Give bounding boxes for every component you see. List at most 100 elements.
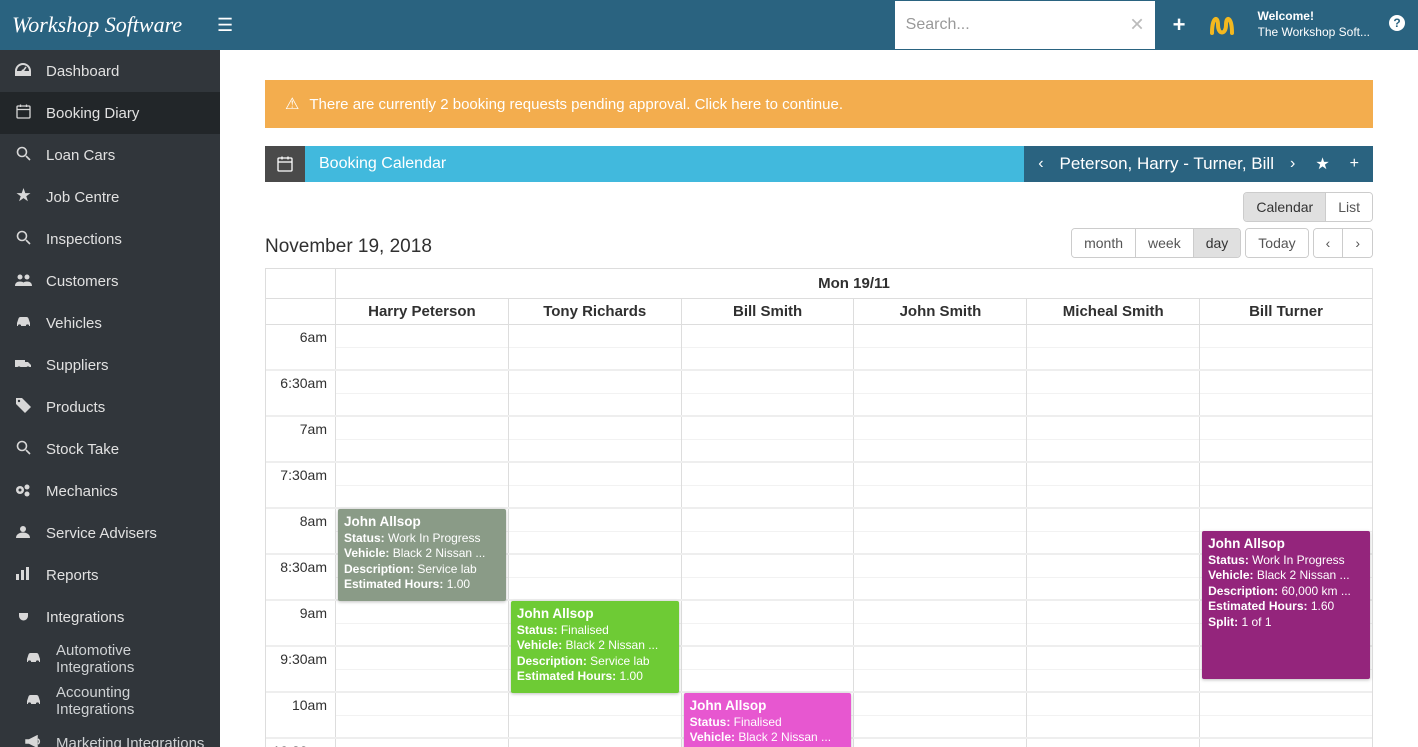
list-view-button[interactable]: List [1326,193,1372,221]
help-icon[interactable]: ? [1388,14,1406,37]
calendar-cell[interactable] [509,555,682,599]
calendar-cell[interactable] [1027,325,1200,369]
calendar-cell[interactable] [509,463,682,507]
sidebar-item-job-centre[interactable]: Job Centre [0,176,220,218]
booking-card[interactable]: John AllsopStatus: FinalisedVehicle: Bla… [511,601,679,693]
calendar-cell[interactable] [1200,739,1372,747]
next-day-icon[interactable]: › [1343,229,1372,257]
calendar-cell[interactable]: John AllsopStatus: FinalisedVehicle: Bla… [682,693,855,737]
hamburger-icon[interactable]: ☰ [217,15,233,36]
sidebar-item-customers[interactable]: Customers [0,260,220,302]
calendar-cell[interactable]: John AllsopStatus: FinalisedVehicle: Bla… [509,601,682,645]
day-button[interactable]: day [1194,229,1241,257]
calendar-cell[interactable] [854,601,1027,645]
calendar-cell[interactable] [509,739,682,747]
sidebar-item-booking-diary[interactable]: Booking Diary [0,92,220,134]
calendar-cell[interactable]: John AllsopStatus: Work In ProgressVehic… [1200,509,1372,553]
booking-card[interactable]: John AllsopStatus: Work In ProgressVehic… [1202,531,1370,679]
calendar-cell[interactable] [1027,417,1200,461]
time-label: 10am [266,693,336,737]
calendar-cell[interactable] [682,555,855,599]
calendar-cell[interactable] [1200,417,1372,461]
sidebar-item-marketing-integrations[interactable]: Marketing Integrations [0,722,220,747]
calendar-cell[interactable] [854,509,1027,553]
calendar-cell[interactable] [1200,371,1372,415]
today-button[interactable]: Today [1246,229,1307,257]
prev-day-icon[interactable]: ‹ [1314,229,1344,257]
staff-prev-icon[interactable]: ‹ [1034,155,1047,173]
calendar-cell[interactable] [1027,739,1200,747]
calendar-cell[interactable] [1027,509,1200,553]
time-label: 8:30am [266,555,336,599]
calendar-view-button[interactable]: Calendar [1244,193,1326,221]
calendar-cell[interactable] [854,739,1027,747]
calendar-cell[interactable] [1200,693,1372,737]
calendar-cell[interactable] [854,463,1027,507]
megaphone-icon [24,735,42,747]
calendar-cell[interactable] [682,325,855,369]
calendar-cell[interactable] [336,739,509,747]
favorite-icon[interactable]: ★ [1311,154,1333,174]
calendar-cell[interactable] [1200,325,1372,369]
sidebar-item-automotive-integrations[interactable]: Automotive Integrations [0,638,220,680]
sidebar-item-vehicles[interactable]: Vehicles [0,302,220,344]
calendar-cell[interactable] [509,371,682,415]
calendar-cell[interactable] [1027,693,1200,737]
sidebar-item-loan-cars[interactable]: Loan Cars [0,134,220,176]
sidebar-item-mechanics[interactable]: Mechanics [0,470,220,512]
calendar-cell[interactable] [854,555,1027,599]
add-staff-icon[interactable]: + [1346,155,1363,173]
calendar-cell[interactable] [682,601,855,645]
calendar-cell[interactable] [1027,647,1200,691]
pending-approval-alert[interactable]: ⚠ There are currently 2 booking requests… [265,80,1373,128]
calendar-cell[interactable] [509,325,682,369]
sidebar-item-stock-take[interactable]: Stock Take [0,428,220,470]
calendar-cell[interactable] [336,325,509,369]
clear-search-icon[interactable]: ✕ [1130,15,1145,36]
calendar-cell[interactable] [509,417,682,461]
calendar-cell[interactable]: John AllsopStatus: Work In ProgressVehic… [336,509,509,553]
calendar-cell[interactable] [854,325,1027,369]
booking-card[interactable]: John AllsopStatus: FinalisedVehicle: Bla… [684,693,852,747]
sidebar-item-reports[interactable]: Reports [0,554,220,596]
sidebar-item-label: Vehicles [46,315,102,332]
calendar-cell[interactable] [682,371,855,415]
calendar-cell[interactable] [336,647,509,691]
calendar-cell[interactable] [682,417,855,461]
calendar-cell[interactable] [1027,371,1200,415]
calendar-cell[interactable] [336,463,509,507]
staff-next-icon[interactable]: › [1286,155,1299,173]
calendar-cell[interactable] [509,509,682,553]
calendar-cell[interactable] [1027,555,1200,599]
sidebar-item-integrations[interactable]: Integrations [0,596,220,638]
sidebar-item-service-advisers[interactable]: Service Advisers [0,512,220,554]
person-header: Harry Peterson [336,299,509,324]
search-input[interactable] [895,1,1155,49]
search-icon [14,230,32,248]
sidebar-item-dashboard[interactable]: Dashboard [0,50,220,92]
sidebar-item-inspections[interactable]: Inspections [0,218,220,260]
week-button[interactable]: week [1136,229,1194,257]
add-icon[interactable]: + [1173,12,1186,38]
calendar-cell[interactable] [854,371,1027,415]
sidebar-item-suppliers[interactable]: Suppliers [0,344,220,386]
calendar-cell[interactable] [854,417,1027,461]
calendar-cell[interactable] [336,371,509,415]
calendar-cell[interactable] [682,463,855,507]
calendar-cell[interactable] [1027,463,1200,507]
calendar-cell[interactable] [336,601,509,645]
calendar-cell[interactable] [854,693,1027,737]
booking-card[interactable]: John AllsopStatus: Work In ProgressVehic… [338,509,506,601]
calendar-cell[interactable] [509,693,682,737]
sidebar-item-products[interactable]: Products [0,386,220,428]
month-button[interactable]: month [1072,229,1136,257]
calendar-cell[interactable] [682,509,855,553]
calendar-cell[interactable] [854,647,1027,691]
calendar-cell[interactable] [1200,463,1372,507]
calendar-cell[interactable] [336,417,509,461]
sidebar-item-accounting-integrations[interactable]: Accounting Integrations [0,680,220,722]
calendar-cell[interactable] [682,647,855,691]
sidebar: DashboardBooking DiaryLoan CarsJob Centr… [0,50,220,747]
calendar-cell[interactable] [1027,601,1200,645]
calendar-cell[interactable] [336,693,509,737]
